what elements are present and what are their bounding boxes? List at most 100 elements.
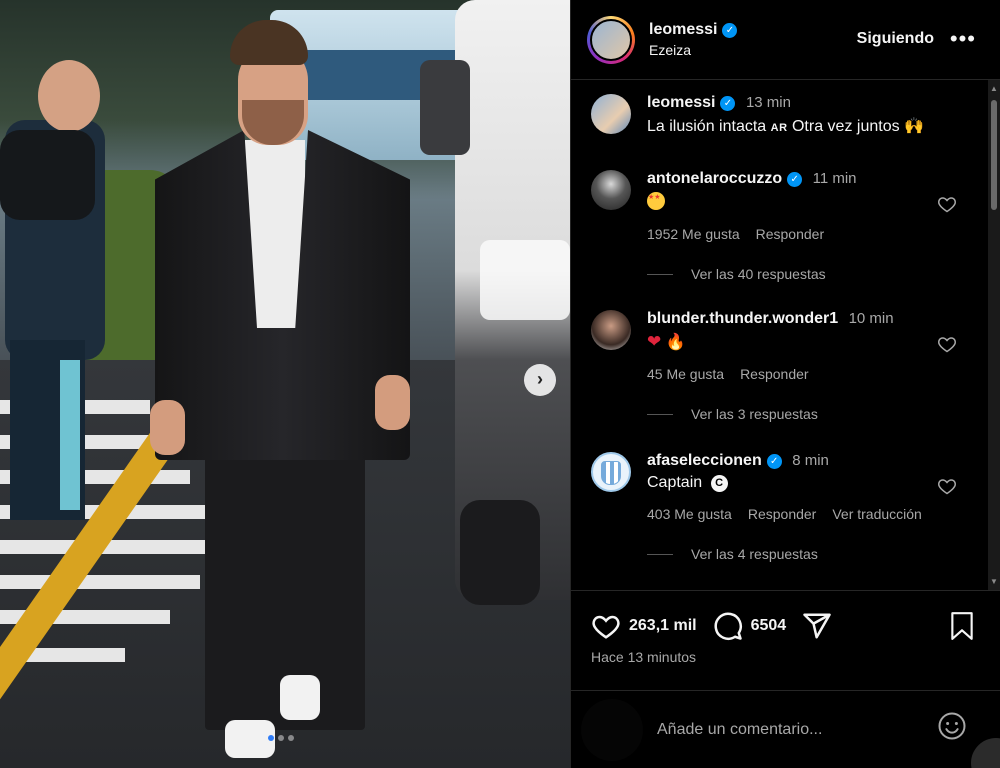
carousel-dot [288,735,294,741]
red-heart-emoji-icon: ❤ [647,332,662,351]
replies-line [647,273,673,275]
comment-icon [714,612,742,640]
photo-van [420,0,570,605]
comment-input[interactable] [657,720,927,739]
scroll-down-icon[interactable]: ▼ [990,577,998,586]
likes-count[interactable]: 263,1 mil [629,617,697,635]
comment-likes[interactable]: 403 Me gusta [647,506,732,522]
comment-text: ❤ 🔥 [647,332,971,352]
comment-likes[interactable]: 1952 Me gusta [647,226,740,242]
reply-button[interactable]: Responder [740,366,809,382]
actions-bar: 263,1 mil 6504 Hace 13 minutos [571,590,1000,690]
story-ring[interactable] [587,15,635,64]
comment-time: 8 min [792,452,829,469]
comments-scrollbar[interactable]: ▲ ▼ [988,80,1000,590]
view-replies-label: Ver las 3 respuestas [691,406,818,422]
comment-username[interactable]: blunder.thunder.wonder1 [647,310,838,327]
comments-count: 6504 [750,617,787,634]
comment-time: 11 min [812,170,857,187]
person-hair [230,20,308,65]
comment-text: Captain C [647,474,971,492]
view-replies-label: Ver las 40 respuestas [691,266,826,282]
comments-list[interactable]: leomessi ✓ 13 min La ilusión intacta AR O… [571,80,989,590]
person-hand [150,400,185,455]
comment-likes[interactable]: 45 Me gusta [647,366,724,382]
photo-bag [0,130,95,220]
caption-username[interactable]: leomessi [647,94,715,111]
caption-time: 13 min [745,94,791,111]
share-icon [803,613,831,639]
commenter-avatar[interactable] [591,310,631,350]
verified-icon: ✓ [720,96,736,111]
comment-username[interactable]: afaseleccionen [647,452,762,469]
like-button[interactable]: 263,1 mil [591,611,697,641]
author-avatar [590,18,632,61]
replies-line [647,553,673,555]
carousel-dot-active [268,735,274,741]
share-button[interactable] [802,611,832,641]
van-wheel [460,500,540,605]
emoji-icon[interactable] [937,711,967,741]
author-info: leomessi ✓ Ezeiza [649,21,738,58]
chevron-right-icon: › [537,369,543,389]
heart-icon[interactable] [937,194,957,214]
van-headlight [480,240,570,320]
more-icon[interactable]: ••• [950,26,976,52]
translate-button[interactable]: Ver traducción [832,506,922,522]
next-photo-button[interactable]: › [524,364,556,396]
person-hand [375,375,410,430]
carousel-dot [278,735,284,741]
photo-main-person [150,20,415,760]
post-location[interactable]: Ezeiza [649,42,737,58]
messages-corner-button[interactable] [971,738,1000,768]
post-panel: leomessi ✓ Ezeiza Siguiendo ••• leomessi ✓… [570,0,1000,768]
carousel-dots [268,735,294,741]
commenter-avatar[interactable] [591,452,631,492]
comment-button[interactable]: 6504 [713,611,787,641]
verified-icon: ✓ [722,23,738,38]
scrollbar-thumb[interactable] [991,100,997,210]
reply-button[interactable]: Responder [748,506,817,522]
comment-composer [571,690,1000,768]
star-struck-emoji-icon [647,192,665,210]
captain-badge-icon: C [710,475,728,492]
flag-ar-icon: AR [770,122,788,134]
view-replies[interactable]: Ver las 40 respuestas [647,266,971,282]
author-username[interactable]: leomessi [649,21,717,38]
heart-icon [592,615,620,639]
man-stripe [60,360,80,510]
commenter-avatar[interactable] [591,170,631,210]
following-button[interactable]: Siguiendo [857,30,934,48]
van-mirror [420,60,470,155]
replies-line [647,413,673,415]
man-head [38,60,100,132]
view-replies-label: Ver las 4 respuestas [691,546,818,562]
comment-item: antonelaroccuzzo ✓ 11 min 1952 Me gusta R… [591,170,971,282]
post-timestamp[interactable]: Hace 13 minutos [591,649,696,665]
comment-time: 10 min [848,310,894,327]
view-replies[interactable]: Ver las 4 respuestas [647,546,971,562]
caption: leomessi ✓ 13 min La ilusión intacta AR O… [591,94,971,136]
view-replies[interactable]: Ver las 3 respuestas [647,406,971,422]
raising-hands-icon: 🙌 [904,118,924,135]
bookmark-icon[interactable] [949,611,975,641]
heart-icon[interactable] [937,334,957,354]
scroll-up-icon[interactable]: ▲ [990,84,998,93]
comment-username[interactable]: antonelaroccuzzo [647,170,782,187]
comment-text [647,192,971,212]
comment-text-label: Captain [647,474,703,491]
author-avatar[interactable] [591,94,631,134]
caption-text-part1: La ilusión intacta [647,118,767,135]
verified-icon: ✓ [766,454,782,469]
post-header: leomessi ✓ Ezeiza Siguiendo ••• [571,0,1000,80]
heart-icon[interactable] [937,476,957,496]
reply-button[interactable]: Responder [756,226,825,242]
verified-icon: ✓ [787,172,803,187]
fire-emoji-icon: 🔥 [665,334,686,351]
current-user-avatar [581,698,643,761]
comment-item: afaseleccionen ✓ 8 min Captain C 403 Me g… [591,452,971,562]
post-photo[interactable]: › [0,0,570,768]
comment-item: blunder.thunder.wonder1 10 min ❤ 🔥 45 Me… [591,310,971,422]
caption-text-part2: Otra vez juntos [791,118,900,135]
caption-text: La ilusión intacta AR Otra vez juntos 🙌 [647,116,971,136]
